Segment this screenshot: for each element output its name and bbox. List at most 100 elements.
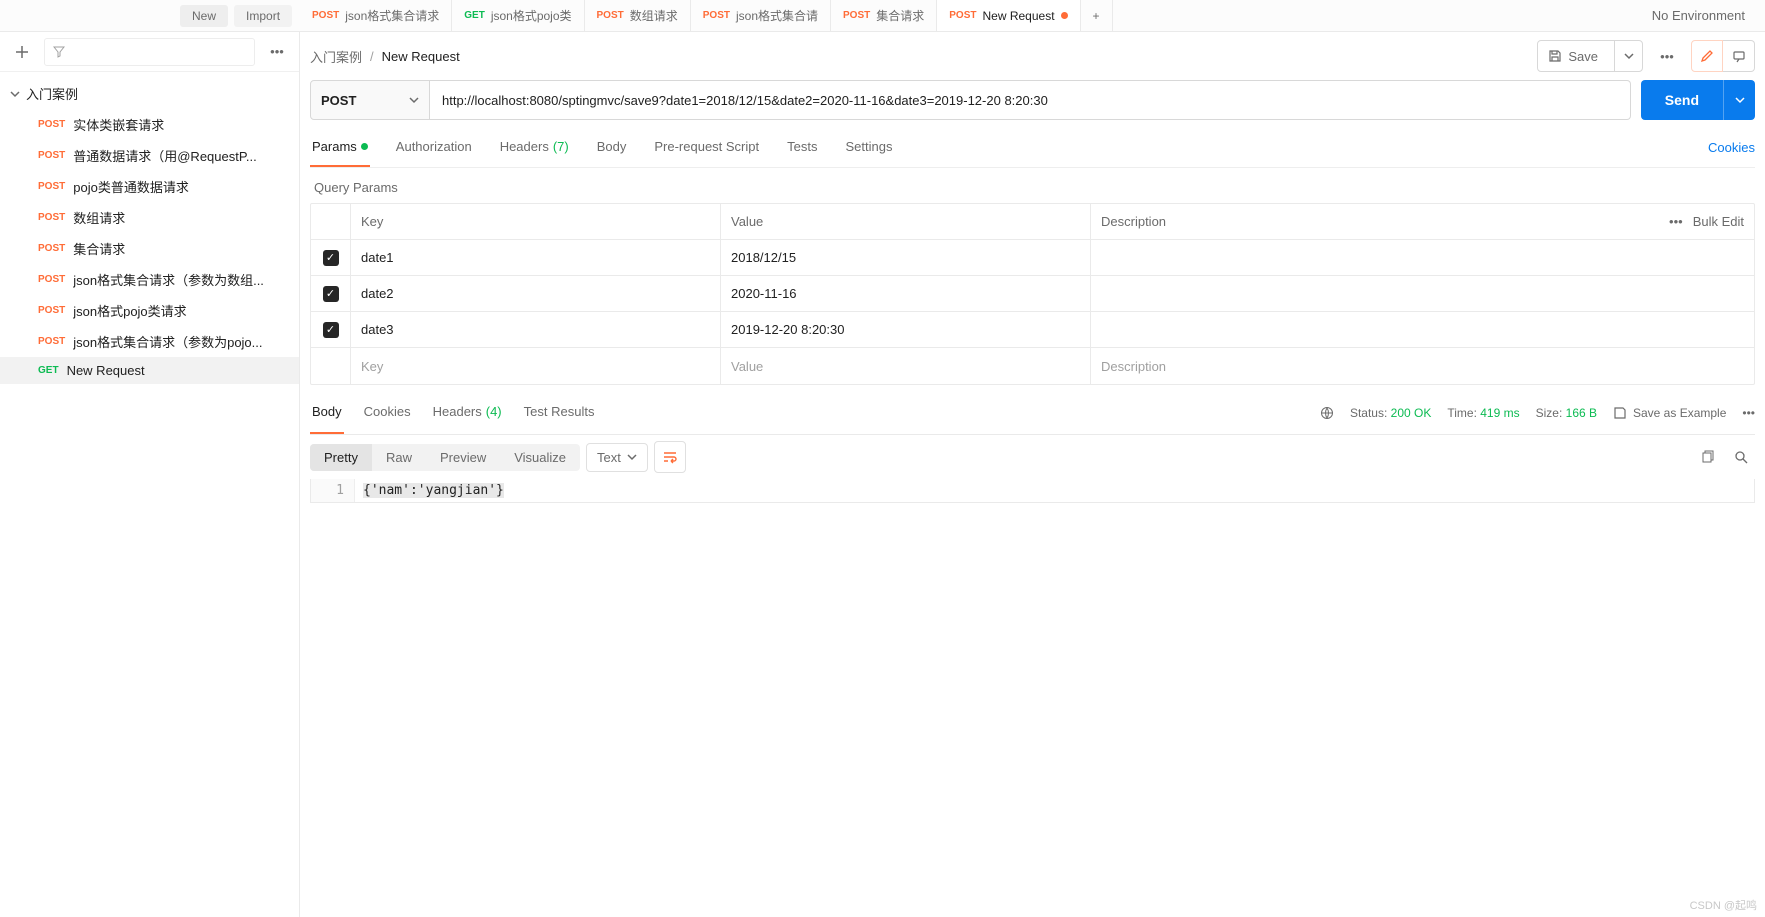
dirty-dot-icon [1061, 12, 1068, 19]
tab-tests[interactable]: Tests [785, 128, 819, 167]
tab-settings[interactable]: Settings [843, 128, 894, 167]
sidebar: ••• 入门案例 POST实体类嵌套请求 POST普通数据请求（用@Reques… [0, 32, 300, 917]
top-tab-active[interactable]: POSTNew Request [937, 0, 1080, 31]
top-tab[interactable]: POST集合请求 [831, 0, 937, 31]
copy-icon [1700, 450, 1714, 464]
top-tab[interactable]: POST数组请求 [585, 0, 691, 31]
table-row-empty: Key Value Description [311, 348, 1754, 384]
tab-body[interactable]: Body [595, 128, 629, 167]
size-label: Size: 166 B [1536, 406, 1597, 420]
add-icon[interactable] [8, 38, 36, 66]
more-icon[interactable]: ••• [263, 38, 291, 66]
more-icon[interactable]: ••• [1669, 214, 1683, 229]
response-type-select[interactable]: Text [586, 443, 648, 472]
sidebar-item[interactable]: POSTjson格式集合请求（参数为pojo... [0, 326, 299, 357]
chevron-down-icon [1624, 51, 1634, 61]
table-row: ✓ date2 2020-11-16 [311, 276, 1754, 312]
params-table: Key Value Description ••• Bulk Edit ✓ da… [310, 203, 1755, 385]
view-raw[interactable]: Raw [372, 444, 426, 471]
sidebar-item[interactable]: POSTjson格式集合请求（参数为数组... [0, 264, 299, 295]
value-cell[interactable]: Value [721, 348, 1091, 384]
sidebar-item[interactable]: POSTjson格式pojo类请求 [0, 295, 299, 326]
send-chevron[interactable] [1723, 80, 1755, 120]
key-cell[interactable]: date1 [351, 240, 721, 275]
page-title: New Request [382, 49, 460, 64]
resp-tab-body[interactable]: Body [310, 391, 344, 434]
desc-cell[interactable] [1091, 276, 1754, 311]
more-icon[interactable]: ••• [1742, 406, 1755, 420]
sidebar-item-active[interactable]: GETNew Request [0, 357, 299, 384]
sidebar-item[interactable]: POSTpojo类普通数据请求 [0, 171, 299, 202]
line-number: 1 [311, 479, 355, 502]
value-cell[interactable]: 2018/12/15 [721, 240, 1091, 275]
import-button[interactable]: Import [234, 5, 292, 27]
key-cell[interactable]: date2 [351, 276, 721, 311]
comment-button[interactable] [1723, 40, 1755, 72]
value-cell[interactable]: 2020-11-16 [721, 276, 1091, 311]
table-row: ✓ date1 2018/12/15 [311, 240, 1754, 276]
new-tab-button[interactable]: + [1081, 0, 1113, 31]
col-value: Value [721, 204, 1091, 239]
pencil-icon [1700, 49, 1714, 63]
edit-button[interactable] [1691, 40, 1723, 72]
collection-folder[interactable]: 入门案例 [0, 78, 299, 109]
method-select[interactable]: POST [310, 80, 430, 120]
key-cell[interactable]: date3 [351, 312, 721, 347]
active-dot-icon [361, 143, 368, 150]
search-button[interactable] [1727, 443, 1755, 471]
status-label: Status: 200 OK [1350, 406, 1431, 420]
desc-cell[interactable] [1091, 240, 1754, 275]
bulk-edit-link[interactable]: Bulk Edit [1693, 214, 1744, 229]
desc-cell[interactable]: Description [1091, 348, 1754, 384]
response-body: 1 {'nam':'yangjian'} [310, 479, 1755, 503]
view-visualize[interactable]: Visualize [500, 444, 580, 471]
save-button[interactable]: Save [1537, 40, 1643, 72]
send-button[interactable]: Send [1641, 80, 1755, 120]
save-chevron[interactable] [1614, 41, 1642, 71]
sidebar-item[interactable]: POST集合请求 [0, 233, 299, 264]
new-button[interactable]: New [180, 5, 228, 27]
breadcrumb-root[interactable]: 入门案例 [310, 47, 362, 66]
copy-button[interactable] [1693, 443, 1721, 471]
sidebar-item[interactable]: POST普通数据请求（用@RequestP... [0, 140, 299, 171]
code-line[interactable]: {'nam':'yangjian'} [355, 479, 512, 502]
more-actions-icon[interactable]: ••• [1653, 42, 1681, 70]
resp-tab-cookies[interactable]: Cookies [362, 391, 413, 434]
value-cell[interactable]: 2019-12-20 8:20:30 [721, 312, 1091, 347]
checkbox[interactable]: ✓ [323, 286, 339, 302]
view-pretty[interactable]: Pretty [310, 444, 372, 471]
top-tab[interactable]: POSTjson格式集合请求 [300, 0, 452, 31]
search-icon [1734, 450, 1748, 464]
sidebar-item[interactable]: POST数组请求 [0, 202, 299, 233]
view-segment: Pretty Raw Preview Visualize [310, 444, 580, 471]
time-label: Time: 419 ms [1447, 406, 1519, 420]
resp-tab-tests[interactable]: Test Results [522, 391, 597, 434]
checkbox[interactable]: ✓ [323, 250, 339, 266]
sidebar-item[interactable]: POST实体类嵌套请求 [0, 109, 299, 140]
save-icon [1548, 49, 1562, 63]
cookies-link[interactable]: Cookies [1708, 140, 1755, 155]
checkbox[interactable]: ✓ [323, 322, 339, 338]
top-tab[interactable]: POSTjson格式集合请 [691, 0, 831, 31]
environment-select[interactable]: No Environment [1632, 0, 1765, 31]
save-as-example-button[interactable]: Save as Example [1613, 406, 1726, 420]
key-cell[interactable]: Key [351, 348, 721, 384]
chevron-down-icon [409, 95, 419, 105]
chevron-down-icon [1735, 95, 1745, 105]
save-icon [1613, 406, 1627, 420]
top-tab[interactable]: GETjson格式pojo类 [452, 0, 584, 31]
watermark: CSDN @起鸣 [1690, 897, 1757, 913]
view-preview[interactable]: Preview [426, 444, 500, 471]
globe-icon[interactable] [1320, 406, 1334, 420]
col-description: Description [1101, 214, 1166, 229]
tab-params[interactable]: Params [310, 128, 370, 167]
tab-prerequest[interactable]: Pre-request Script [652, 128, 761, 167]
url-input[interactable]: http://localhost:8080/sptingmvc/save9?da… [430, 80, 1631, 120]
tab-authorization[interactable]: Authorization [394, 128, 474, 167]
resp-tab-headers[interactable]: Headers(4) [431, 391, 504, 434]
chevron-down-icon [10, 89, 20, 99]
desc-cell[interactable] [1091, 312, 1754, 347]
wrap-button[interactable] [654, 441, 686, 473]
filter-input[interactable] [44, 38, 255, 66]
tab-headers[interactable]: Headers(7) [498, 128, 571, 167]
